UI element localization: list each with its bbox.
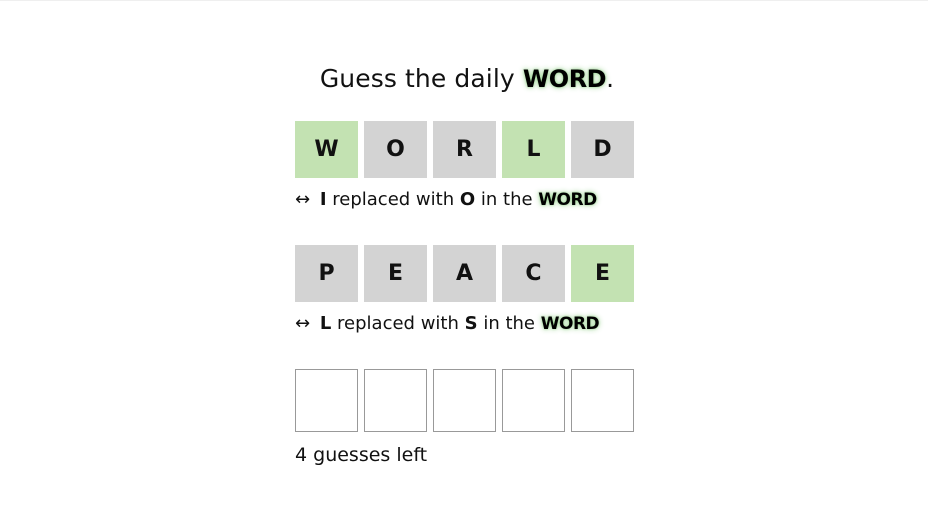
title-suffix: . xyxy=(606,63,615,93)
row-spacer xyxy=(295,214,635,245)
swap-arrow-icon: ↔ xyxy=(295,189,311,210)
hint-from-letter: L xyxy=(319,313,332,334)
tile-1-2: O xyxy=(364,121,427,178)
tile-1-5: D xyxy=(571,121,634,178)
tile-2-5: E xyxy=(571,245,634,302)
hint-brand-word: WORD xyxy=(540,314,600,334)
guesses-left-status: 4 guesses left xyxy=(295,444,428,466)
guess-row-1: W O R L D xyxy=(295,121,635,178)
input-tile-5[interactable] xyxy=(571,369,634,432)
guess-row-2: P E A C E xyxy=(295,245,635,302)
brand-word-logo: WORD xyxy=(522,64,607,93)
game-board: W O R L D ↔ I replaced with O in the WOR… xyxy=(295,121,635,466)
tile-2-1: P xyxy=(295,245,358,302)
tile-1-4: L xyxy=(502,121,565,178)
input-tile-3[interactable] xyxy=(433,369,496,432)
input-tile-1[interactable] xyxy=(295,369,358,432)
hint-to-letter: O xyxy=(459,189,476,210)
hint-to-letter: S xyxy=(464,313,478,334)
tile-2-3: A xyxy=(433,245,496,302)
input-tile-2[interactable] xyxy=(364,369,427,432)
title-prefix: Guess the daily xyxy=(319,63,523,93)
tile-2-4: C xyxy=(502,245,565,302)
input-tile-4[interactable] xyxy=(502,369,565,432)
page-title: Guess the daily WORD. xyxy=(0,64,928,93)
hint-from-letter: I xyxy=(319,189,327,210)
guess-hint-2: ↔ L replaced with S in the WORD xyxy=(295,310,635,338)
hint-brand-word: WORD xyxy=(538,190,597,210)
game-page: Guess the daily WORD. W O R L D ↔ I repl… xyxy=(0,0,928,522)
top-divider xyxy=(0,0,928,1)
hint-middle-text: replaced with xyxy=(337,313,459,334)
current-guess-row[interactable] xyxy=(295,369,635,432)
guess-hint-1: ↔ I replaced with O in the WORD xyxy=(295,186,635,214)
swap-arrow-icon: ↔ xyxy=(295,313,311,334)
hint-suffix-text: in the xyxy=(480,189,533,210)
tile-2-2: E xyxy=(364,245,427,302)
hint-suffix-text: in the xyxy=(483,313,535,334)
hint-middle-text: replaced with xyxy=(332,189,455,210)
tile-1-1: W xyxy=(295,121,358,178)
tile-1-3: R xyxy=(433,121,496,178)
row-spacer xyxy=(295,338,635,369)
